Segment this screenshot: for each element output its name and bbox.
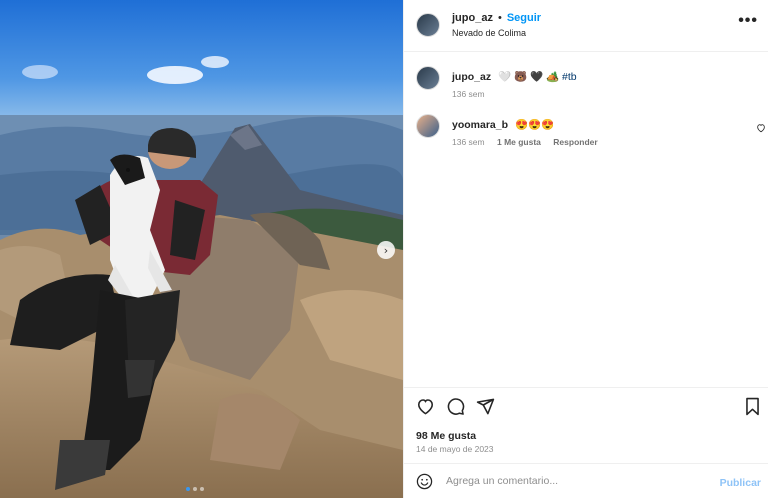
action-icons [416, 397, 495, 421]
comment-meta: 136 sem [452, 89, 495, 99]
more-options-icon[interactable]: ••• [738, 12, 758, 30]
post-actions: 98 Me gusta 14 de mayo de 2023 [404, 387, 768, 463]
heart-icon[interactable] [756, 120, 766, 138]
comment-username[interactable]: jupo_az [452, 71, 491, 83]
separator-dot: • [497, 12, 502, 24]
author-username[interactable]: jupo_az [452, 12, 493, 24]
comment-likes[interactable]: 1 Me gusta [497, 137, 541, 147]
location-link[interactable]: Nevado de Colima [452, 28, 526, 38]
carousel-indicator [186, 487, 204, 491]
post-sidebar: jupo_az • Seguir Nevado de Colima ••• ju… [403, 0, 768, 498]
hashtag-link[interactable]: #tb [562, 71, 577, 83]
heart-icon[interactable] [416, 397, 435, 421]
comment-username[interactable]: yoomara_b [452, 119, 508, 131]
post-date: 14 de mayo de 2023 [416, 444, 494, 454]
comment-text: jupo_az 🤍 🐻 🖤 🏕️ #tb [452, 70, 577, 83]
author-line: jupo_az • Seguir [452, 12, 541, 24]
post-header: jupo_az • Seguir Nevado de Colima ••• [404, 0, 768, 52]
bookmark-icon[interactable] [744, 397, 761, 421]
comment-text: yoomara_b 😍😍😍 [452, 118, 554, 131]
comment-input[interactable] [446, 472, 706, 490]
comment-meta: 136 sem 1 Me gusta Responder [452, 137, 608, 147]
author-avatar[interactable] [416, 66, 440, 90]
carousel-dot [193, 487, 197, 491]
add-comment-bar: Publicar [404, 463, 768, 498]
post-photo[interactable]: › [0, 0, 403, 498]
carousel-dot [200, 487, 204, 491]
chevron-right-icon: › [383, 243, 389, 257]
carousel-next-button[interactable]: › [377, 241, 395, 259]
comment-icon[interactable] [446, 397, 465, 421]
author-avatar[interactable] [416, 13, 440, 37]
comment-body: 😍😍😍 [514, 119, 555, 131]
post-image [0, 0, 403, 498]
comment-time[interactable]: 136 sem [452, 137, 485, 147]
comments-list: jupo_az 🤍 🐻 🖤 🏕️ #tb 136 sem yoomara_b 😍… [404, 52, 768, 387]
commenter-avatar[interactable] [416, 114, 440, 138]
share-icon[interactable] [476, 397, 495, 421]
reply-button[interactable]: Responder [553, 137, 597, 147]
emoji-icon[interactable] [416, 473, 433, 495]
likes-count[interactable]: 98 Me gusta [416, 430, 476, 442]
comment-time[interactable]: 136 sem [452, 89, 485, 99]
carousel-dot [186, 487, 190, 491]
follow-button[interactable]: Seguir [507, 12, 541, 24]
comment-body: 🤍 🐻 🖤 🏕️ [498, 71, 560, 83]
publish-button[interactable]: Publicar [720, 477, 761, 489]
